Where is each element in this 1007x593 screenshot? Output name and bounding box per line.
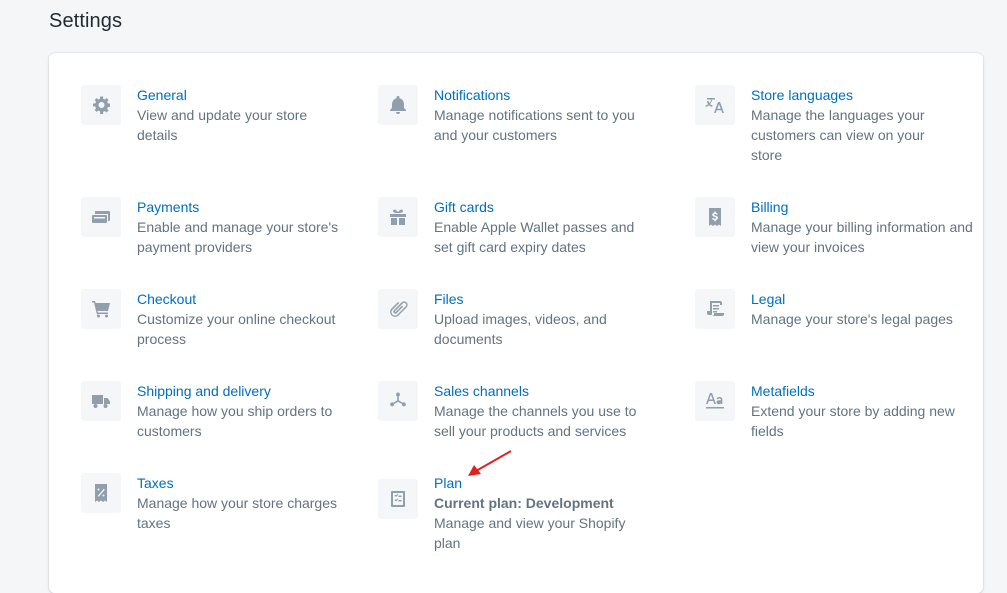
settings-item-plan[interactable]: Plan Current plan: Development Manage an… [378,473,638,553]
channels-icon [378,381,418,421]
plan-description: Manage and view your Shopify plan [434,515,626,551]
notifications-description: Manage notifications sent to you and you… [434,107,635,143]
general-title[interactable]: General [137,85,341,105]
store-languages-title[interactable]: Store languages [751,85,955,105]
billing-description: Manage your billing information and view… [751,219,973,255]
paperclip-icon [378,289,418,329]
store-languages-description: Manage the languages your customers can … [751,107,925,163]
settings-item-general[interactable]: General View and update your store detai… [81,85,341,145]
plan-checklist-icon [378,479,418,519]
page-title: Settings [49,10,123,32]
legal-document-icon [695,289,735,329]
sales-channels-description: Manage the channels you use to sell your… [434,403,637,439]
metafields-description: Extend your store by adding new fields [751,403,955,439]
taxes-title[interactable]: Taxes [137,473,341,493]
taxes-description: Manage how your store charges taxes [137,495,337,531]
settings-item-shipping[interactable]: Shipping and delivery Manage how you shi… [81,381,341,441]
gear-icon [81,85,121,125]
text-format-icon [695,381,735,421]
files-description: Upload images, videos, and documents [434,311,607,347]
settings-item-legal[interactable]: Legal Manage your store's legal pages [695,289,975,329]
tax-receipt-icon [81,473,121,513]
credit-card-icon [81,197,121,237]
settings-item-gift-cards[interactable]: Gift cards Enable Apple Wallet passes an… [378,197,653,257]
payments-title[interactable]: Payments [137,197,341,217]
payments-description: Enable and manage your store's payment p… [137,219,339,255]
annotation-arrow-icon [468,450,512,476]
plan-title[interactable]: Plan [434,473,638,493]
settings-item-billing[interactable]: Billing Manage your billing information … [695,197,975,257]
notifications-title[interactable]: Notifications [434,85,653,105]
metafields-title[interactable]: Metafields [751,381,955,401]
legal-title[interactable]: Legal [751,289,953,309]
settings-item-store-languages[interactable]: Store languages Manage the languages you… [695,85,955,165]
settings-item-payments[interactable]: Payments Enable and manage your store's … [81,197,341,257]
bell-icon [378,85,418,125]
shipping-description: Manage how you ship orders to customers [137,403,333,439]
billing-title[interactable]: Billing [751,197,975,217]
translate-icon [695,85,735,125]
settings-item-taxes[interactable]: Taxes Manage how your store charges taxe… [81,473,341,533]
gift-icon [378,197,418,237]
legal-description: Manage your store's legal pages [751,311,953,327]
settings-item-notifications[interactable]: Notifications Manage notifications sent … [378,85,653,145]
checkout-title[interactable]: Checkout [137,289,341,309]
shipping-title[interactable]: Shipping and delivery [137,381,341,401]
checkout-description: Customize your online checkout process [137,311,336,347]
settings-item-metafields[interactable]: Metafields Extend your store by adding n… [695,381,955,441]
plan-current: Current plan: Development [434,495,614,511]
gift-cards-title[interactable]: Gift cards [434,197,653,217]
files-title[interactable]: Files [434,289,638,309]
settings-item-checkout[interactable]: Checkout Customize your online checkout … [81,289,341,349]
settings-item-files[interactable]: Files Upload images, videos, and documen… [378,289,638,349]
cart-icon [81,289,121,329]
dollar-receipt-icon [695,197,735,237]
general-description: View and update your store details [137,107,308,143]
settings-item-sales-channels[interactable]: Sales channels Manage the channels you u… [378,381,653,441]
truck-icon [81,381,121,421]
gift-cards-description: Enable Apple Wallet passes and set gift … [434,219,635,255]
sales-channels-title[interactable]: Sales channels [434,381,653,401]
settings-card: General View and update your store detai… [49,53,983,593]
